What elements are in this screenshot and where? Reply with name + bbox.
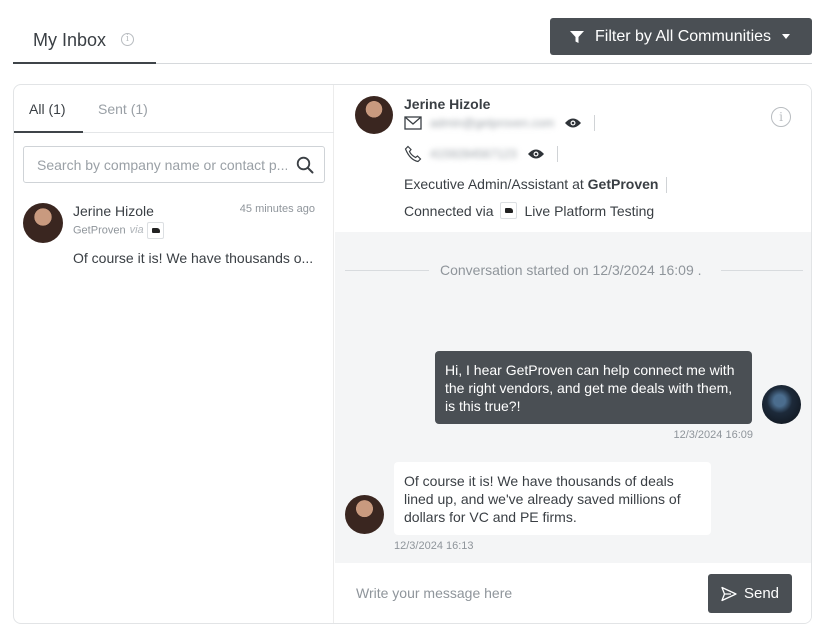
info-icon[interactable]: i [121,33,134,46]
message-time: 12/3/2024 16:09 [673,429,753,441]
search-input[interactable]: Search by company name or contact p... [37,157,287,173]
avatar [345,495,384,534]
message-input[interactable]: Write your message here [356,585,512,601]
connected-via: Connected via Live Platform Testing [404,202,654,219]
contact-title: Executive Admin/Assistant at GetProven [404,176,668,194]
mail-icon [404,116,422,130]
send-label: Send [743,585,780,602]
inbox-panel: All (1) Sent (1) Search by company name … [13,84,812,624]
info-icon[interactable]: i [771,107,791,127]
page-title: My Inbox [33,30,107,50]
filter-label: Filter by All Communities [595,27,772,45]
conversation-started-label: Conversation started on 12/3/2024 16:09 … [440,262,702,278]
conversation-snippet: Of course it is! We have thousands o... [73,250,314,266]
conversation-company: GetProven via [73,222,164,239]
incoming-message: Of course it is! We have thousands of de… [394,462,711,535]
divider-right [721,270,803,271]
contact-name: Jerine Hizole [404,96,491,112]
message-time: 12/3/2024 16:13 [394,540,474,552]
search-icon[interactable] [296,156,314,174]
caret-down-icon [782,34,791,39]
hidden-email: admin@getproven.com [430,116,555,130]
search-box[interactable]: Search by company name or contact p... [23,146,325,183]
header-divider [156,63,812,64]
conversation-list-pane: All (1) Sent (1) Search by company name … [14,85,334,623]
phone-row: 4159284567123 [404,145,558,163]
contact-header: Jerine Hizole admin@getproven.com 415928… [335,85,811,232]
divider-left [345,270,429,271]
outgoing-message: Hi, I hear GetProven can help connect me… [435,351,752,424]
phone-icon [404,145,422,163]
separator [594,115,596,131]
top-bar: My Inbox i Filter by All Communities [0,0,827,66]
eye-icon[interactable] [527,148,545,160]
conversation-pane: Jerine Hizole admin@getproven.com 415928… [335,85,811,623]
connected-platform: Live Platform Testing [524,202,655,219]
send-icon [721,586,737,601]
connected-prefix: Connected via [404,202,494,219]
conversation-contact-name: Jerine Hizole [73,203,154,219]
funnel-icon [570,30,584,43]
active-tab-underline [14,131,83,133]
conversation-time: 45 minutes ago [239,203,315,215]
avatar [23,203,63,243]
avatar [355,96,393,134]
hidden-phone: 4159284567123 [430,147,517,161]
contact-title-prefix: Executive Admin/Assistant at [404,176,584,192]
message-composer: Write your message here Send [335,563,811,623]
platform-logo-icon [146,222,164,239]
platform-logo-icon [499,202,517,219]
my-inbox-tab[interactable]: My Inbox i [13,20,156,64]
tab-sent[interactable]: Sent (1) [98,101,148,117]
avatar [762,385,801,424]
separator [666,177,668,194]
filter-communities-button[interactable]: Filter by All Communities [550,18,812,55]
tab-all[interactable]: All (1) [29,101,66,117]
via-label: via [129,224,144,237]
contact-company: GetProven [587,176,659,192]
email-row: admin@getproven.com [404,115,596,131]
send-button[interactable]: Send [708,574,792,613]
conversation-item[interactable]: Jerine Hizole 45 minutes ago GetProven vi… [14,195,334,266]
company-name: GetProven [73,224,126,237]
inbox-tabs: All (1) Sent (1) [14,85,334,133]
separator [556,146,558,162]
eye-icon[interactable] [564,117,582,129]
